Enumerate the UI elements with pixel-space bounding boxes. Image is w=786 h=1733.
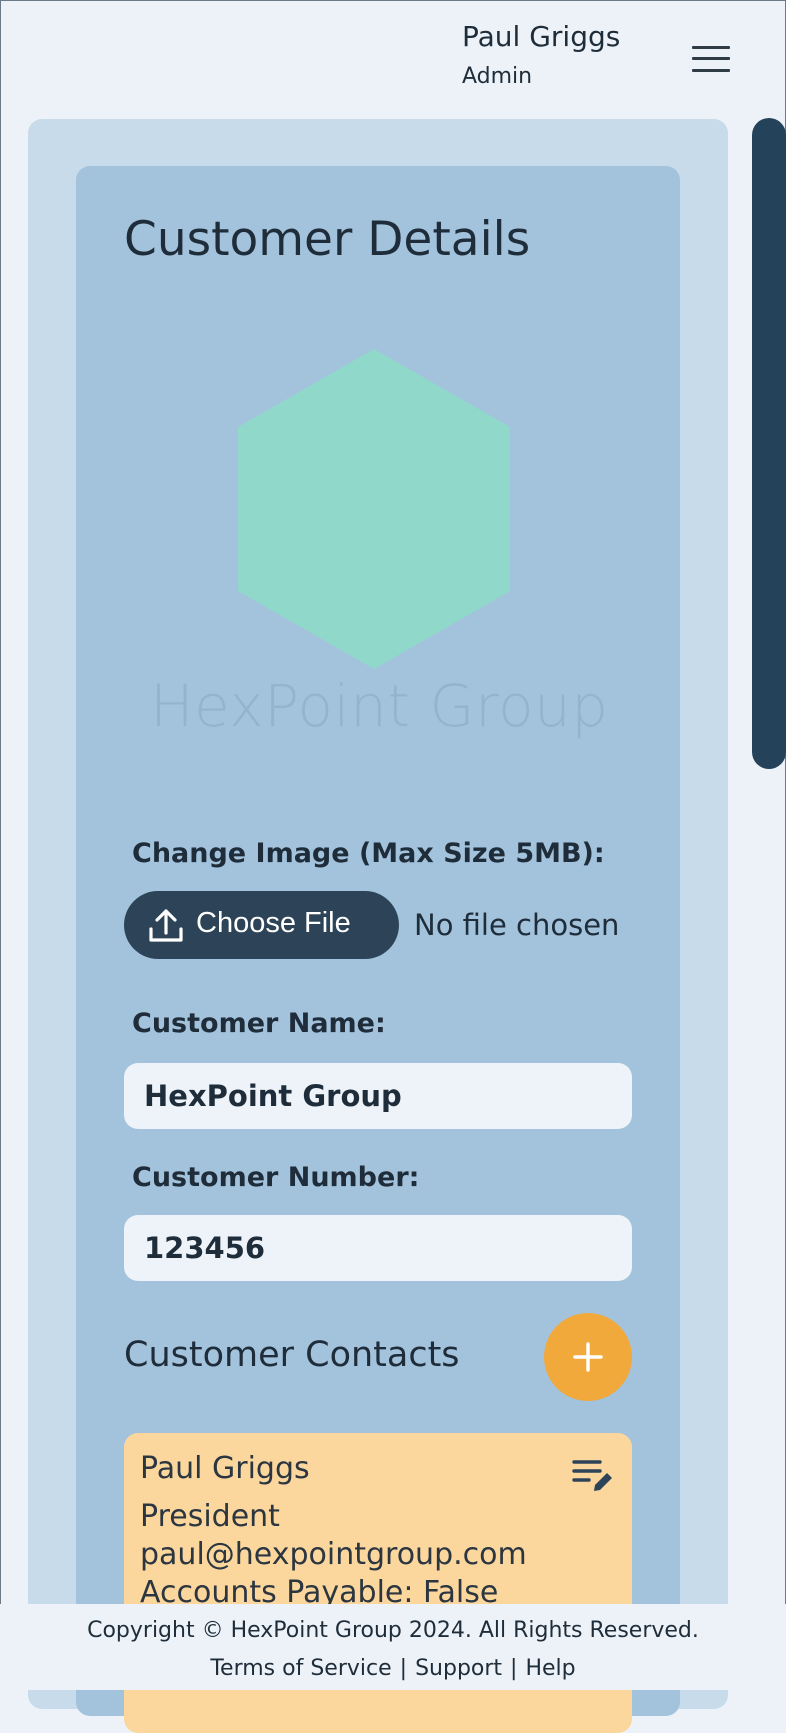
customer-number-label: Customer Number: — [132, 1162, 420, 1193]
footer-separator: | — [399, 1656, 408, 1681]
footer-links: Terms of Service | Support | Help — [0, 1656, 786, 1681]
customer-contacts-title: Customer Contacts — [124, 1335, 460, 1375]
support-link[interactable]: Support — [415, 1656, 502, 1681]
upload-icon — [146, 905, 186, 948]
customer-name-label: Customer Name: — [132, 1008, 386, 1039]
customer-name-input[interactable] — [124, 1063, 632, 1129]
contact-title: President — [140, 1499, 280, 1534]
menu-bar-line — [692, 57, 730, 60]
user-role: Admin — [462, 64, 533, 89]
hamburger-menu-icon[interactable] — [692, 44, 730, 74]
choose-file-button[interactable]: Choose File — [124, 891, 399, 959]
change-image-label: Change Image (Max Size 5MB): — [132, 838, 605, 869]
plus-icon — [572, 1341, 604, 1376]
page-title: Customer Details — [124, 212, 531, 267]
menu-bar-line — [692, 69, 730, 72]
customer-number-input[interactable] — [124, 1215, 632, 1281]
user-name: Paul Griggs — [462, 20, 621, 53]
footer: Copyright © HexPoint Group 2024. All Rig… — [0, 1604, 786, 1690]
edit-list-icon[interactable] — [572, 1457, 614, 1499]
logo-wordmark: HexPoint Group — [150, 672, 609, 740]
footer-separator: | — [510, 1656, 518, 1681]
help-link[interactable]: Help — [525, 1656, 575, 1681]
contact-email: paul@hexpointgroup.com — [140, 1537, 527, 1572]
hexagon-logo — [234, 349, 514, 673]
file-status: No file chosen — [414, 908, 620, 942]
choose-file-label: Choose File — [196, 907, 351, 939]
menu-bar-line — [692, 46, 730, 49]
terms-of-service-link[interactable]: Terms of Service — [210, 1656, 391, 1681]
copyright-text: Copyright © HexPoint Group 2024. All Rig… — [87, 1618, 699, 1643]
add-contact-button[interactable] — [544, 1313, 632, 1401]
contact-name: Paul Griggs — [140, 1451, 310, 1486]
scrollbar-thumb[interactable] — [752, 118, 786, 769]
